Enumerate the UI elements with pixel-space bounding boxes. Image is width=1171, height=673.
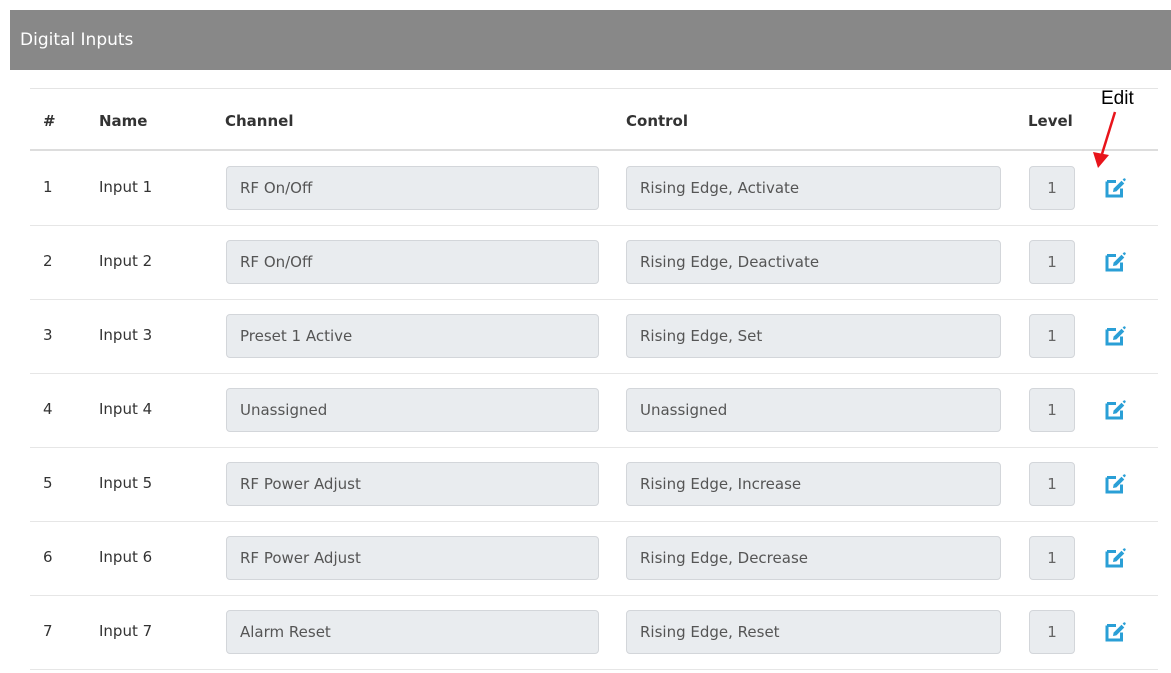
edit-icon[interactable] [1103,547,1127,569]
control-field: Rising Edge, Set [626,314,1001,358]
header-channel: Channel [225,112,294,130]
control-field: Rising Edge, Increase [626,462,1001,506]
row-number: 3 [43,326,53,344]
edit-icon[interactable] [1103,473,1127,495]
row-name: Input 3 [99,326,153,344]
table-row: 4 Input 4 Unassigned Unassigned 1 [30,373,1158,448]
header-control: Control [626,112,689,130]
channel-field: Preset 1 Active [226,314,599,358]
edit-icon[interactable] [1103,177,1127,199]
table-row: 7 Input 7 Alarm Reset Rising Edge, Reset… [30,595,1158,670]
row-number: 7 [43,622,53,640]
panel-title: Digital Inputs [10,10,1171,70]
digital-inputs-panel: Digital Inputs # Name Channel Control Le… [10,10,1171,673]
row-name: Input 7 [99,622,153,640]
edit-icon[interactable] [1103,325,1127,347]
table-row: 2 Input 2 RF On/Off Rising Edge, Deactiv… [30,225,1158,300]
row-number: 5 [43,474,53,492]
row-number: 4 [43,400,53,418]
level-field: 1 [1029,536,1075,580]
table-row: 3 Input 3 Preset 1 Active Rising Edge, S… [30,299,1158,374]
level-field: 1 [1029,314,1075,358]
control-field: Rising Edge, Activate [626,166,1001,210]
row-name: Input 1 [99,178,153,196]
control-field: Rising Edge, Deactivate [626,240,1001,284]
channel-field: RF Power Adjust [226,462,599,506]
row-name: Input 2 [99,252,153,270]
level-field: 1 [1029,388,1075,432]
row-name: Input 4 [99,400,153,418]
callout-arrow-icon [1093,111,1117,168]
edit-icon[interactable] [1103,251,1127,273]
edit-callout-label: Edit [1101,88,1134,109]
header-level: Level [1028,112,1073,130]
row-number: 6 [43,548,53,566]
digital-inputs-table: # Name Channel Control Level 1 Input 1 R… [10,70,1171,673]
level-field: 1 [1029,166,1075,210]
header-name: Name [99,112,148,130]
channel-field: RF On/Off [226,240,599,284]
table-row: 1 Input 1 RF On/Off Rising Edge, Activat… [30,151,1158,226]
row-number: 1 [43,178,53,196]
row-name: Input 6 [99,548,153,566]
header-number: # [43,112,56,130]
table-header: # Name Channel Control Level [30,89,1158,151]
level-field: 1 [1029,610,1075,654]
channel-field: RF On/Off [226,166,599,210]
edit-icon[interactable] [1103,621,1127,643]
edit-icon[interactable] [1103,399,1127,421]
level-field: 1 [1029,462,1075,506]
table-row: 5 Input 5 RF Power Adjust Rising Edge, I… [30,447,1158,522]
control-field: Rising Edge, Reset [626,610,1001,654]
control-field: Unassigned [626,388,1001,432]
row-number: 2 [43,252,53,270]
table-row: 6 Input 6 RF Power Adjust Rising Edge, D… [30,521,1158,596]
channel-field: Unassigned [226,388,599,432]
channel-field: RF Power Adjust [226,536,599,580]
level-field: 1 [1029,240,1075,284]
row-name: Input 5 [99,474,153,492]
channel-field: Alarm Reset [226,610,599,654]
control-field: Rising Edge, Decrease [626,536,1001,580]
